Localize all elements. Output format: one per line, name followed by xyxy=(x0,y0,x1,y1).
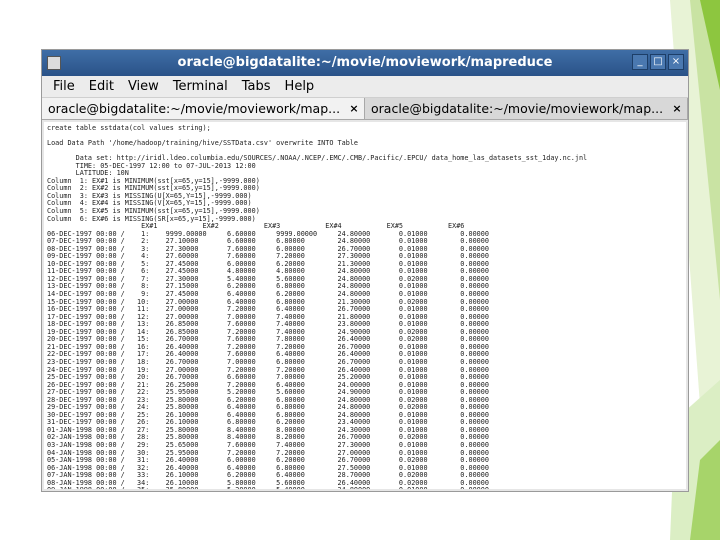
tab-label: oracle@bigdatalite:~/movie/moviework/map… xyxy=(48,101,341,116)
terminal-line: Load Data Path '/home/hadoop/training/hi… xyxy=(47,139,358,148)
terminal-line: 09-JAN-1998 00:00 / 35: 25.80000 5.20000… xyxy=(47,487,686,489)
tab-close-icon[interactable]: × xyxy=(348,102,360,115)
terminal-output[interactable]: create table sstdata(col values string);… xyxy=(44,122,686,489)
menu-edit[interactable]: Edit xyxy=(82,79,121,94)
close-icon[interactable]: × xyxy=(668,54,684,70)
menu-bar: File Edit View Terminal Tabs Help xyxy=(42,76,688,98)
terminal-line: TIME: 05-DEC-1997 12:00 to 07-JUL-2013 1… xyxy=(47,161,256,170)
window-titlebar[interactable]: oracle@bigdatalite:~/movie/moviework/map… xyxy=(42,50,688,76)
tab-terminal-2[interactable]: oracle@bigdatalite:~/movie/moviework/map… xyxy=(365,98,688,119)
tab-label: oracle@bigdatalite:~/movie/moviework/map… xyxy=(371,101,664,116)
minimize-icon[interactable]: _ xyxy=(632,54,648,70)
menu-file[interactable]: File xyxy=(46,79,82,94)
menu-help[interactable]: Help xyxy=(278,79,322,94)
terminal-window: oracle@bigdatalite:~/movie/moviework/map… xyxy=(41,49,689,492)
menu-tabs[interactable]: Tabs xyxy=(235,79,278,94)
menu-terminal[interactable]: Terminal xyxy=(166,79,235,94)
tab-bar: oracle@bigdatalite:~/movie/moviework/map… xyxy=(42,98,688,120)
tab-close-icon[interactable]: × xyxy=(671,102,683,115)
window-title: oracle@bigdatalite:~/movie/moviework/map… xyxy=(177,55,553,70)
menu-view[interactable]: View xyxy=(121,79,166,94)
terminal-line: create table sstdata(col values string); xyxy=(47,124,211,132)
tab-terminal-1[interactable]: oracle@bigdatalite:~/movie/moviework/map… xyxy=(42,98,365,119)
maximize-icon[interactable]: □ xyxy=(650,54,666,70)
